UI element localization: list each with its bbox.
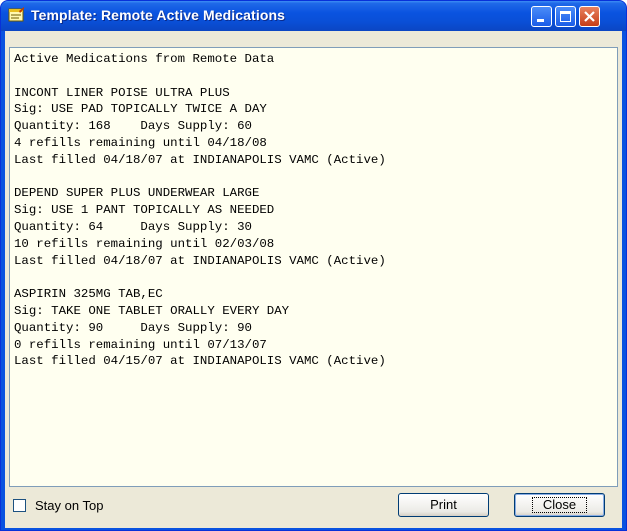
medications-text: Active Medications from Remote Data INCO… [10, 48, 617, 370]
medication-text-line: INCONT LINER POISE ULTRA PLUS [14, 85, 230, 100]
medication-text-line: Sig: USE 1 PANT TOPICALLY AS NEEDED [14, 203, 275, 218]
title-bar[interactable]: Template: Remote Active Medications [1, 1, 626, 31]
medication-text-line: Quantity: 64 Days Supply: 30 [14, 219, 252, 234]
close-button-label: Close [531, 497, 588, 513]
minimize-icon [537, 19, 544, 22]
window-close-button[interactable] [579, 6, 600, 27]
window-title: Template: Remote Active Medications [31, 7, 286, 23]
stay-on-top-checkbox[interactable] [13, 499, 26, 512]
medication-text-line: ASPIRIN 325MG TAB,EC [14, 287, 163, 302]
maximize-icon [560, 11, 571, 22]
medication-text-line: Sig: USE PAD TOPICALLY TWICE A DAY [14, 102, 267, 117]
print-button[interactable]: Print [398, 493, 489, 517]
stay-on-top-label[interactable]: Stay on Top [35, 498, 103, 513]
medication-text-line: 0 refills remaining until 07/13/07 [14, 337, 267, 352]
medication-text-line: Quantity: 90 Days Supply: 90 [14, 320, 252, 335]
medication-text-line: Quantity: 168 Days Supply: 60 [14, 119, 252, 134]
medication-text-line: Sig: TAKE ONE TABLET ORALLY EVERY DAY [14, 303, 290, 318]
medication-text-line: Last filled 04/18/07 at INDIANAPOLIS VAM… [14, 152, 386, 167]
medications-window: Template: Remote Active Medications Acti… [0, 0, 627, 531]
medications-text-area[interactable]: Active Medications from Remote Data INCO… [9, 47, 618, 487]
medication-text-line: 10 refills remaining until 02/03/08 [14, 236, 275, 251]
dialog-body: Active Medications from Remote Data INCO… [5, 31, 622, 528]
close-button[interactable]: Close [514, 493, 605, 517]
medication-text-line: 4 refills remaining until 04/18/08 [14, 135, 267, 150]
close-icon [584, 11, 595, 22]
minimize-button[interactable] [531, 6, 552, 27]
medication-text-line: Last filled 04/15/07 at INDIANAPOLIS VAM… [14, 354, 386, 369]
medication-text-line: DEPEND SUPER PLUS UNDERWEAR LARGE [14, 186, 260, 201]
template-notepad-icon [8, 7, 24, 22]
medication-text-line: Last filled 04/18/07 at INDIANAPOLIS VAM… [14, 253, 386, 268]
maximize-button[interactable] [555, 6, 576, 27]
medication-text-line: Active Medications from Remote Data [14, 52, 275, 66]
